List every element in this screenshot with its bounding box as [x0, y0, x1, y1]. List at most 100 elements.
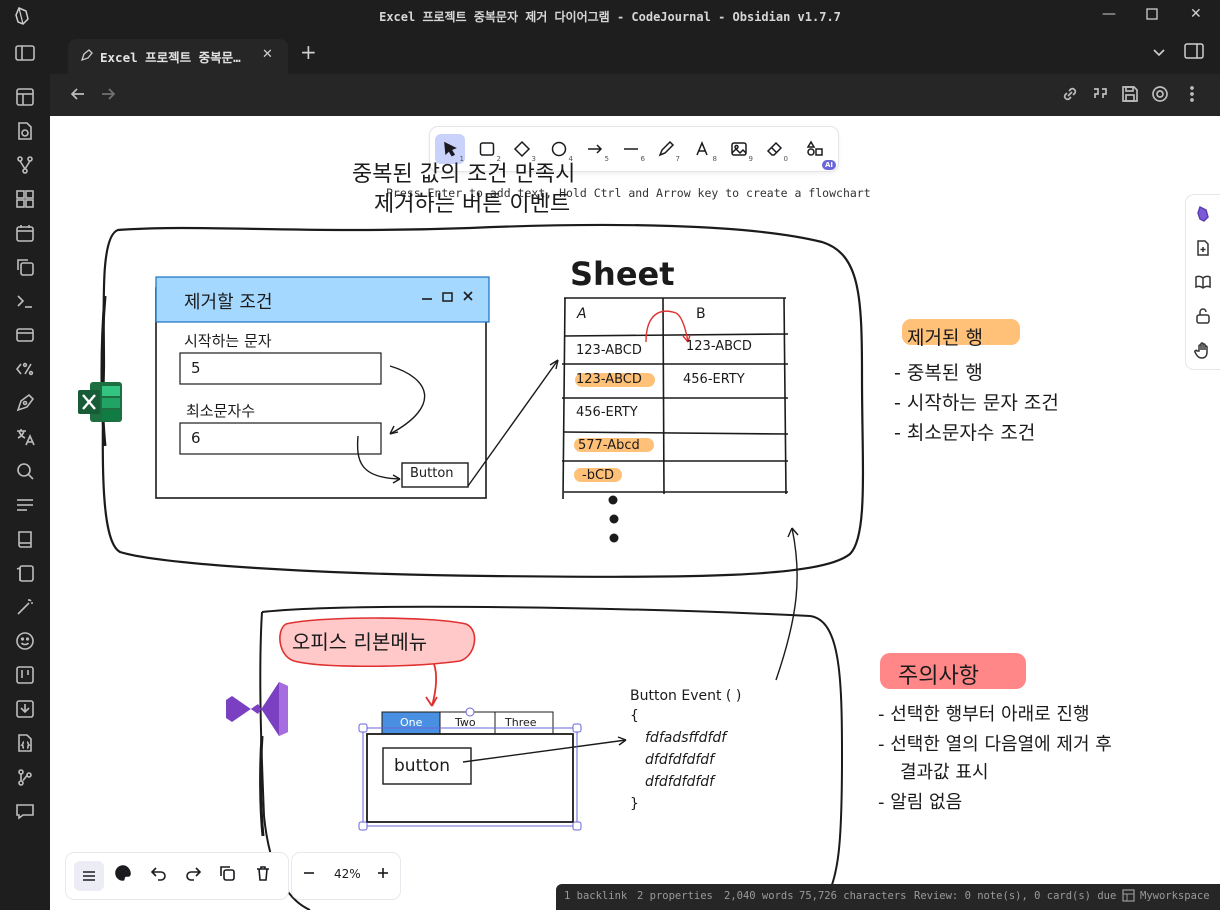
- dashboard-icon[interactable]: [14, 188, 36, 210]
- import-icon[interactable]: [14, 698, 36, 720]
- reading-mode-icon[interactable]: [1194, 273, 1212, 291]
- link-icon[interactable]: [1060, 84, 1082, 106]
- status-backlinks[interactable]: 1 backlink: [564, 890, 627, 902]
- form-value2[interactable]: 6: [191, 429, 201, 447]
- ribbon-tab-two[interactable]: Two: [455, 716, 476, 729]
- diagram-title-line1: 중복된 값의 조건 만족시: [352, 162, 576, 187]
- close-window-icon[interactable]: ✕: [1190, 6, 1202, 22]
- percent-code-icon[interactable]: [14, 358, 36, 380]
- sidebar-toggle-icon[interactable]: [14, 42, 36, 64]
- redo-icon[interactable]: [184, 864, 206, 886]
- status-bar: 1 backlink 2 properties 2,040 words 75,7…: [556, 884, 1220, 910]
- pen-tool-icon[interactable]: [14, 392, 36, 414]
- list-icon[interactable]: [14, 494, 36, 516]
- quote-icon[interactable]: [1090, 84, 1112, 106]
- search-icon[interactable]: [14, 460, 36, 482]
- removed-item2: - 시작하는 문자 조건: [894, 392, 1059, 414]
- bottom-left-controls: [66, 853, 288, 899]
- form-button-label[interactable]: Button: [410, 466, 454, 481]
- book-icon[interactable]: [14, 528, 36, 550]
- excalidraw-canvas[interactable]: 1 2 3 4 5 6 7 8 9 0 AI 중복된 값의 조건 만족시 Pre…: [50, 116, 1220, 910]
- event-line3: fdfadsffdfdf: [645, 730, 727, 746]
- image-tool[interactable]: 9: [724, 134, 754, 164]
- view-header: [50, 74, 1220, 116]
- notes-title: 주의사항: [898, 664, 979, 689]
- workspace-icon: [1122, 889, 1135, 905]
- eraser-tool[interactable]: 0: [759, 134, 789, 164]
- palette-icon[interactable]: [114, 864, 136, 886]
- calendar-icon[interactable]: [14, 222, 36, 244]
- title-bar: Excel 프로젝트 중복문자 제거 다이어그램 - CodeJournal -…: [0, 0, 1220, 32]
- new-tab-icon[interactable]: +: [300, 42, 317, 62]
- tab-list-chevron-icon[interactable]: [1152, 44, 1166, 63]
- notes-item4: - 알림 없음: [878, 792, 963, 813]
- draw-tool[interactable]: 7: [651, 134, 681, 164]
- zoom-level[interactable]: 42%: [334, 867, 361, 881]
- form-title: 제거할 조건: [184, 292, 273, 313]
- sheet-col-a: A: [577, 306, 587, 322]
- notes-item3: 결과값 표시: [900, 762, 989, 783]
- sheet-cell-a3: 456-ERTY: [576, 405, 638, 420]
- magic-wand-icon[interactable]: [14, 596, 36, 618]
- card-add-icon[interactable]: [14, 324, 36, 346]
- tab-label: Excel 프로젝트 중복문…: [100, 50, 241, 65]
- status-workspace[interactable]: Myworkspace: [1140, 890, 1210, 902]
- smiley-icon[interactable]: [14, 630, 36, 652]
- form-value1[interactable]: 5: [191, 359, 201, 377]
- removed-title: 제거된 행: [907, 327, 983, 349]
- maximize-icon[interactable]: [1146, 8, 1158, 24]
- close-tab-icon[interactable]: ✕: [262, 47, 273, 62]
- back-arrow-icon[interactable]: [68, 84, 90, 106]
- form-input2: [179, 422, 382, 455]
- line-tool[interactable]: 6: [616, 134, 646, 164]
- status-properties[interactable]: 2 properties: [637, 890, 713, 902]
- pen-tab-icon: [80, 48, 94, 65]
- main-menu-icon[interactable]: [74, 861, 104, 891]
- text-tool[interactable]: 8: [688, 134, 718, 164]
- kanban-icon[interactable]: [14, 664, 36, 686]
- diagram-drawing: [78, 223, 1026, 910]
- translate-icon[interactable]: [14, 426, 36, 448]
- layout-icon[interactable]: [14, 86, 36, 108]
- right-sidebar-toggle-icon[interactable]: [1184, 42, 1204, 64]
- form-label2: 최소문자수: [186, 402, 256, 420]
- form-label1: 시작하는 문자: [184, 332, 272, 350]
- status-review[interactable]: Review: 0 note(s), 0 card(s) due: [914, 890, 1116, 902]
- zoom-out-icon[interactable]: [300, 864, 322, 886]
- sheet-cell-a5: -bCD: [582, 468, 615, 483]
- graph-icon[interactable]: [14, 154, 36, 176]
- obsidian-window: Excel 프로젝트 중복문자 제거 다이어그램 - CodeJournal -…: [0, 0, 1220, 910]
- file-open-icon[interactable]: [14, 120, 36, 142]
- json-file-icon[interactable]: [14, 732, 36, 754]
- delete-icon[interactable]: [254, 864, 276, 886]
- undo-icon[interactable]: [150, 864, 172, 886]
- unlock-icon[interactable]: [1194, 307, 1212, 325]
- minimize-icon[interactable]: —: [1102, 6, 1116, 22]
- flashcards-icon[interactable]: [14, 562, 36, 584]
- save-icon[interactable]: [1120, 84, 1142, 106]
- excalidraw-settings-icon[interactable]: [1150, 84, 1172, 106]
- ribbon-tab-one[interactable]: One: [400, 716, 422, 729]
- obsidian-tools-icon[interactable]: [1194, 205, 1212, 223]
- tab-active-drawing[interactable]: Excel 프로젝트 중복문… ✕: [68, 39, 288, 74]
- hand-tool-icon[interactable]: [1194, 341, 1212, 359]
- event-line6: }: [630, 796, 639, 812]
- excel-logo-icon: [78, 382, 122, 422]
- ribbon-button-label[interactable]: button: [394, 756, 450, 776]
- notes-item2: - 선택한 열의 다음열에 제거 후: [878, 734, 1112, 755]
- ribbon-tab-three[interactable]: Three: [505, 716, 537, 729]
- forward-arrow-icon[interactable]: [98, 84, 120, 106]
- comment-icon[interactable]: [14, 800, 36, 822]
- arrow-tool[interactable]: 5: [580, 134, 610, 164]
- duplicate-icon[interactable]: [218, 864, 240, 886]
- zoom-in-icon[interactable]: [374, 864, 396, 886]
- git-icon[interactable]: [14, 766, 36, 788]
- sheet-cell-a1: 123-ABCD: [576, 343, 642, 358]
- more-options-icon[interactable]: [1182, 84, 1204, 106]
- terminal-icon[interactable]: [14, 290, 36, 312]
- insert-file-icon[interactable]: [1194, 239, 1212, 257]
- sheet-cell-b2: 456-ERTY: [683, 372, 745, 387]
- copy-icon[interactable]: [14, 256, 36, 278]
- event-line5: dfdfdfdfdf: [645, 774, 715, 790]
- ai-badge: AI: [822, 160, 837, 170]
